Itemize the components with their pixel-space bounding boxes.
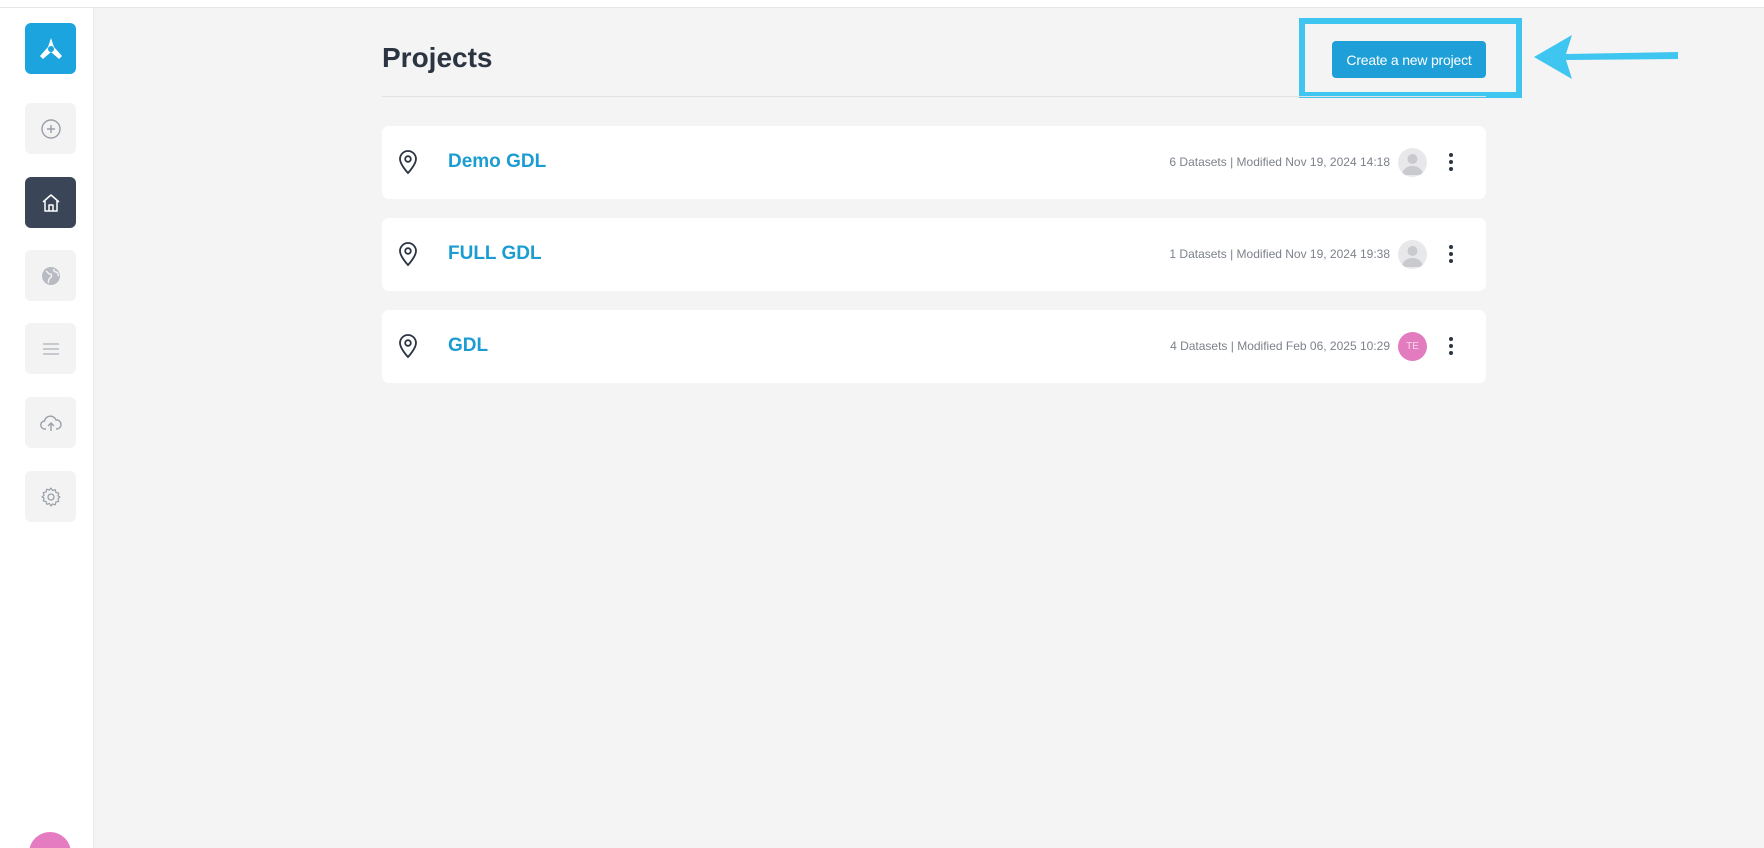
owner-avatar bbox=[1398, 148, 1427, 177]
owner-avatar-initials: TE bbox=[1398, 332, 1427, 361]
project-name[interactable]: Demo GDL bbox=[448, 151, 546, 173]
sidebar-item-globe[interactable] bbox=[25, 250, 76, 301]
location-pin-icon bbox=[399, 150, 417, 175]
sidebar bbox=[0, 8, 94, 848]
location-pin-icon bbox=[399, 334, 417, 359]
sidebar-item-add[interactable] bbox=[25, 103, 76, 154]
home-icon bbox=[42, 193, 59, 212]
logo-icon bbox=[39, 37, 62, 59]
location-pin-icon bbox=[399, 242, 417, 267]
page-title: Projects bbox=[382, 42, 493, 73]
owner-avatar bbox=[1398, 240, 1427, 269]
menu-icon bbox=[42, 342, 59, 355]
gear-icon bbox=[40, 486, 61, 507]
more-options-icon[interactable] bbox=[1444, 150, 1458, 174]
sidebar-item-list[interactable] bbox=[25, 323, 76, 374]
arrow-left-icon bbox=[1534, 35, 1678, 79]
project-card[interactable]: Demo GDL 6 Datasets | Modified Nov 19, 2… bbox=[382, 126, 1486, 199]
plus-circle-icon bbox=[40, 118, 61, 139]
user-avatar[interactable] bbox=[29, 832, 71, 848]
more-options-icon[interactable] bbox=[1444, 242, 1458, 266]
globe-icon bbox=[41, 266, 60, 285]
top-bar bbox=[0, 0, 1764, 8]
more-options-icon[interactable] bbox=[1444, 334, 1458, 358]
sidebar-item-home[interactable] bbox=[25, 177, 76, 228]
project-meta: 1 Datasets | Modified Nov 19, 2024 19:38 bbox=[1169, 247, 1390, 261]
project-card[interactable]: FULL GDL 1 Datasets | Modified Nov 19, 2… bbox=[382, 218, 1486, 291]
project-meta: 4 Datasets | Modified Feb 06, 2025 10:29 bbox=[1170, 339, 1390, 353]
person-icon bbox=[1402, 154, 1423, 175]
create-project-button[interactable]: Create a new project bbox=[1332, 41, 1486, 78]
project-card[interactable]: GDL 4 Datasets | Modified Feb 06, 2025 1… bbox=[382, 310, 1486, 383]
project-name[interactable]: GDL bbox=[448, 335, 488, 357]
project-name[interactable]: FULL GDL bbox=[448, 243, 542, 265]
sidebar-item-upload[interactable] bbox=[25, 397, 76, 448]
sidebar-item-settings[interactable] bbox=[25, 471, 76, 522]
cloud-upload-icon bbox=[39, 414, 62, 431]
project-meta: 6 Datasets | Modified Nov 19, 2024 14:18 bbox=[1169, 155, 1390, 169]
person-icon bbox=[1402, 246, 1423, 267]
app-logo[interactable] bbox=[25, 23, 76, 74]
header-divider bbox=[382, 96, 1486, 97]
